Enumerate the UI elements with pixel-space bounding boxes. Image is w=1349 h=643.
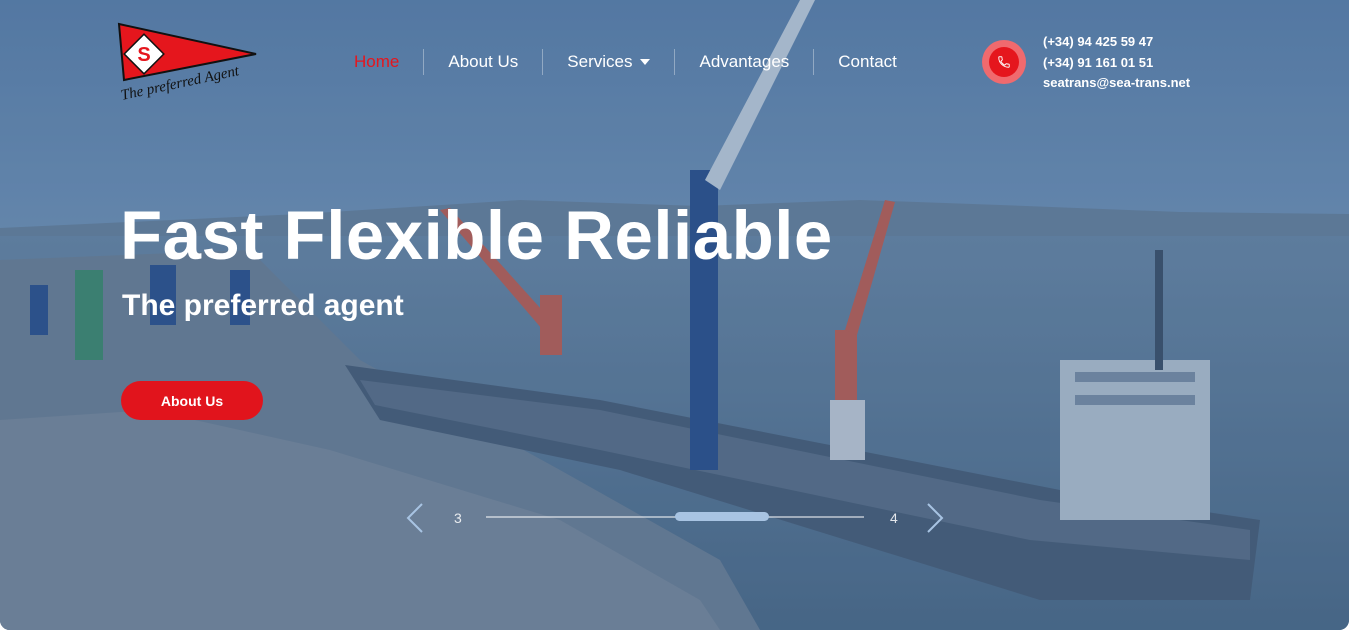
hero-slider: S The preferred Agent Home About Us Serv…: [0, 0, 1349, 630]
nav-item-label: Home: [354, 52, 400, 71]
nav-item-contact[interactable]: Contact: [814, 49, 921, 75]
phone-number-1[interactable]: (+34) 94 425 59 47: [1043, 32, 1190, 53]
slider-navigation: 3 4: [400, 500, 950, 536]
slide-number-prev: 3: [454, 510, 462, 526]
nav-item-label: Services: [567, 52, 633, 71]
slider-progress-thumb[interactable]: [675, 512, 769, 521]
nav-item-label: Advantages: [699, 52, 790, 71]
main-nav: Home About Us Services Advantages Contac…: [330, 48, 921, 76]
contact-info: (+34) 94 425 59 47 (+34) 91 161 01 51 se…: [1043, 32, 1190, 94]
chevron-right-icon[interactable]: [922, 502, 948, 534]
hero-title: Fast Flexible Reliable: [120, 197, 833, 274]
nav-item-label: Contact: [838, 52, 897, 71]
phone-icon: [998, 56, 1010, 68]
chevron-left-icon[interactable]: [402, 502, 428, 534]
svg-text:S: S: [137, 44, 150, 66]
logo[interactable]: S The preferred Agent: [116, 20, 260, 104]
caret-down-icon: [640, 59, 651, 65]
nav-item-about-us[interactable]: About Us: [424, 49, 544, 75]
email-link[interactable]: seatrans@sea-trans.net: [1043, 73, 1190, 94]
nav-item-home[interactable]: Home: [330, 49, 425, 75]
phone-button[interactable]: [982, 40, 1026, 84]
nav-item-label: About Us: [448, 52, 519, 71]
slide-number-next: 4: [890, 510, 898, 526]
about-us-button[interactable]: About Us: [121, 381, 263, 420]
nav-item-advantages[interactable]: Advantages: [675, 49, 815, 75]
nav-item-services[interactable]: Services: [543, 49, 676, 75]
hero-subtitle: The preferred agent: [122, 289, 404, 322]
phone-number-2[interactable]: (+34) 91 161 01 51: [1043, 53, 1190, 74]
